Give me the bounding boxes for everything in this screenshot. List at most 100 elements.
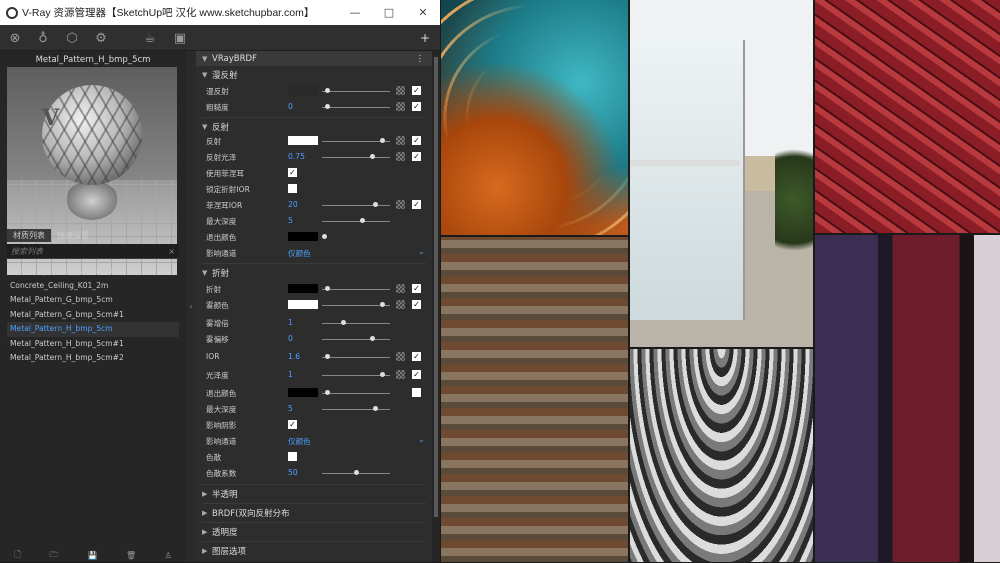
- save-icon[interactable]: 💾: [88, 551, 98, 560]
- brdf-header[interactable]: ▼ VRayBRDF ⋮: [196, 51, 432, 66]
- checkbox[interactable]: [412, 388, 421, 397]
- clear-search-icon[interactable]: ×: [168, 247, 175, 256]
- color-swatch[interactable]: [288, 136, 318, 145]
- checkbox[interactable]: [288, 184, 297, 193]
- checkbox[interactable]: ✓: [412, 86, 421, 95]
- color-swatch[interactable]: [288, 232, 318, 241]
- materials-icon[interactable]: ⊗: [5, 28, 25, 48]
- list-item[interactable]: Metal_Pattern_H_bmp_5cm#1: [7, 337, 179, 352]
- properties-scrollbar[interactable]: [432, 51, 440, 562]
- texture-map-icon[interactable]: [396, 300, 405, 309]
- dropdown-value[interactable]: 仅颜色: [288, 248, 311, 259]
- checkbox[interactable]: ✓: [412, 152, 421, 161]
- slider-knob[interactable]: [325, 354, 331, 359]
- slider-knob[interactable]: [370, 336, 375, 341]
- param-value[interactable]: 50: [288, 468, 298, 477]
- section-reflection[interactable]: ▼ 反射: [196, 119, 432, 134]
- checkbox[interactable]: ✓: [412, 136, 421, 145]
- dropdown-value[interactable]: 仅颜色: [288, 436, 311, 447]
- list-item-selected[interactable]: Metal_Pattern_H_bmp_5cm: [7, 322, 179, 337]
- search-input[interactable]: 搜索列表: [11, 246, 43, 257]
- new-file-icon[interactable]: 🗋: [14, 549, 20, 563]
- param-value[interactable]: 5: [288, 404, 293, 413]
- checkbox[interactable]: ✓: [412, 352, 421, 361]
- checkbox[interactable]: ✓: [288, 168, 297, 177]
- slider[interactable]: [322, 339, 390, 340]
- param-value[interactable]: 0: [288, 334, 293, 343]
- checkbox[interactable]: ✓: [412, 284, 421, 293]
- open-folder-icon[interactable]: 🗁: [49, 549, 59, 563]
- param-value[interactable]: 1: [288, 318, 293, 327]
- slider[interactable]: [322, 157, 390, 158]
- add-button[interactable]: +: [415, 28, 435, 48]
- slider[interactable]: [322, 357, 390, 358]
- param-value[interactable]: 20: [288, 200, 298, 209]
- close-button[interactable]: ✕: [406, 6, 440, 19]
- section-layer-options[interactable]: ▶ 图层选项: [196, 543, 432, 558]
- slider-knob[interactable]: [325, 104, 331, 109]
- list-item[interactable]: Concrete_Ceiling_K01_2m: [7, 279, 179, 294]
- tab-material-list[interactable]: 材质列表: [7, 229, 51, 242]
- checkbox[interactable]: ✓: [412, 102, 421, 111]
- list-item[interactable]: Metal_Pattern_H_bmp_5cm#2: [7, 351, 179, 366]
- texture-map-icon[interactable]: [396, 284, 405, 293]
- chevron-down-icon[interactable]: ⌄: [418, 247, 425, 256]
- slider-knob[interactable]: [360, 218, 366, 223]
- minimize-button[interactable]: —: [338, 6, 372, 19]
- param-value[interactable]: 5: [288, 216, 293, 225]
- color-swatch[interactable]: [288, 284, 318, 293]
- section-refraction[interactable]: ▼ 折射: [196, 265, 432, 280]
- slider-knob[interactable]: [379, 302, 385, 307]
- clean-icon[interactable]: ♙: [165, 551, 172, 560]
- texture-map-icon[interactable]: [396, 102, 405, 111]
- geometry-icon[interactable]: ⬡: [62, 28, 82, 48]
- checkbox[interactable]: ✓: [288, 420, 297, 429]
- tab-quick-settings[interactable]: 快速设置: [51, 229, 95, 242]
- slider-knob[interactable]: [341, 320, 347, 325]
- chevron-down-icon[interactable]: ⌄: [418, 435, 425, 444]
- slider[interactable]: [322, 221, 390, 222]
- chevron-left-icon[interactable]: ‹: [189, 302, 192, 311]
- scrollbar-thumb[interactable]: [434, 57, 438, 517]
- checkbox[interactable]: ✓: [412, 370, 421, 379]
- slider[interactable]: [322, 205, 390, 206]
- maximize-button[interactable]: □: [372, 6, 406, 19]
- texture-map-icon[interactable]: [396, 352, 405, 361]
- param-value[interactable]: 0.75: [288, 152, 305, 161]
- texture-map-icon[interactable]: [396, 86, 405, 95]
- teapot-icon[interactable]: ☕: [140, 28, 160, 48]
- color-swatch[interactable]: [288, 388, 318, 397]
- slider[interactable]: [322, 91, 390, 92]
- section-opacity[interactable]: ▶ 透明度: [196, 524, 432, 539]
- section-diffuse[interactable]: ▼ 漫反射: [196, 67, 432, 82]
- list-item[interactable]: Metal_Pattern_G_bmp_5cm: [7, 293, 179, 308]
- color-swatch[interactable]: [288, 300, 318, 309]
- pane-splitter[interactable]: ‹: [186, 51, 196, 562]
- slider-knob[interactable]: [379, 372, 385, 377]
- slider[interactable]: [322, 409, 390, 410]
- param-value[interactable]: 0: [288, 102, 293, 111]
- texture-map-icon[interactable]: [396, 152, 405, 161]
- slider-knob[interactable]: [325, 88, 331, 93]
- texture-map-icon[interactable]: [396, 200, 405, 209]
- slider[interactable]: [322, 393, 390, 394]
- search-bar[interactable]: 搜索列表 ×: [7, 244, 179, 259]
- param-value[interactable]: 1.6: [288, 352, 300, 361]
- section-brdf[interactable]: ▶ BRDF(双向反射分布: [196, 505, 432, 520]
- settings-icon[interactable]: ⚙: [91, 28, 111, 48]
- slider-knob[interactable]: [325, 390, 331, 395]
- slider-knob[interactable]: [379, 138, 385, 143]
- list-item[interactable]: Metal_Pattern_G_bmp_5cm#1: [7, 308, 179, 323]
- checkbox[interactable]: [288, 452, 297, 461]
- color-swatch[interactable]: [288, 86, 318, 95]
- slider-knob[interactable]: [373, 406, 379, 411]
- delete-icon[interactable]: 🗑: [126, 551, 136, 560]
- slider[interactable]: [322, 289, 390, 290]
- texture-map-icon[interactable]: [396, 370, 405, 379]
- slider-knob[interactable]: [325, 286, 331, 291]
- lights-icon[interactable]: ♁: [33, 28, 53, 48]
- list-item[interactable]: CarPaint_Flakes_CobaltBlue: [7, 264, 179, 279]
- checkbox[interactable]: ✓: [412, 200, 421, 209]
- texture-map-icon[interactable]: [396, 136, 405, 145]
- render-frame-icon[interactable]: ▣: [170, 28, 190, 48]
